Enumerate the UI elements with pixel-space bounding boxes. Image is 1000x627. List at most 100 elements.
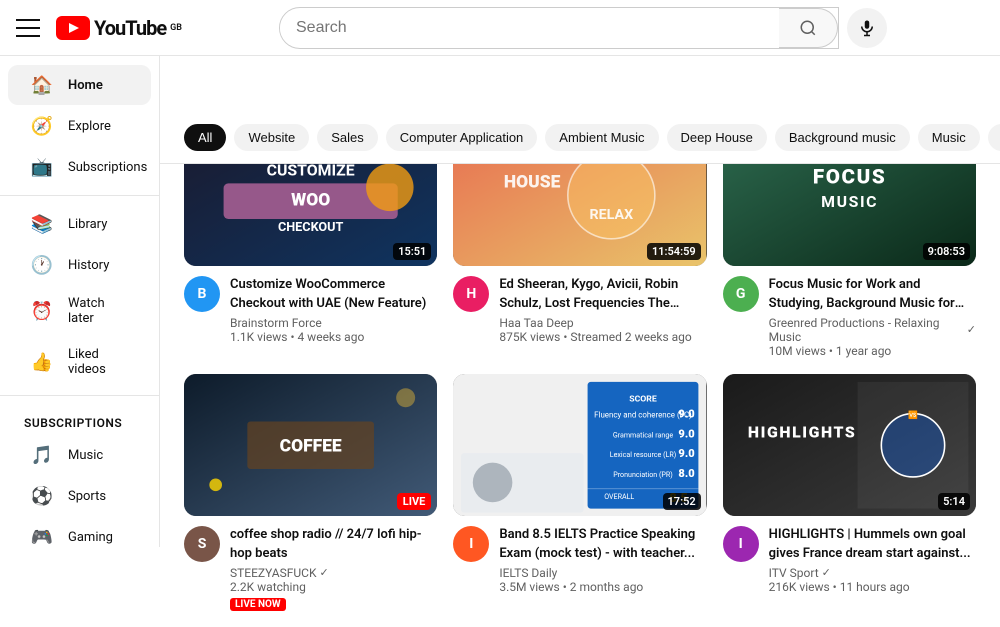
sidebar-item-subscriptions[interactable]: 📺 Subscriptions: [8, 147, 151, 187]
channel-avatar: I: [723, 526, 759, 562]
logo-badge: GB: [170, 23, 182, 33]
search-button[interactable]: [779, 8, 838, 48]
video-channel: Haa Taa Deep: [499, 316, 706, 330]
filter-chip-sales[interactable]: Sales: [317, 124, 378, 151]
video-channel: Brainstorm Force: [230, 316, 437, 330]
svg-text:9.0: 9.0: [679, 407, 695, 420]
verified-icon: ✓: [967, 323, 976, 336]
video-meta: Focus Music for Work and Studying, Backg…: [769, 276, 976, 357]
mic-button[interactable]: [847, 8, 887, 48]
svg-text:HIGHLIGHTS: HIGHLIGHTS: [748, 422, 856, 441]
video-channel: Greenred Productions - Relaxing Music✓: [769, 316, 976, 344]
svg-text:COFFEE: COFFEE: [280, 436, 342, 456]
home-icon: 🏠: [32, 75, 52, 95]
video-title: Focus Music for Work and Studying, Backg…: [769, 276, 976, 312]
sidebar-label-watch-later: Watch later: [68, 296, 127, 326]
video-info: I Band 8.5 IELTS Practice Speaking Exam …: [453, 516, 706, 593]
verified-icon: ✓: [319, 566, 328, 579]
video-grid: CUSTOMIZE WOO CHECKOUT 15:51 B Customize…: [184, 124, 976, 611]
header: YouTube GB: [0, 0, 1000, 56]
thumbnail: SCORE Fluency and coherence (FC) 9.0 Gra…: [453, 374, 706, 516]
duration-badge: 11:54:59: [647, 243, 701, 260]
video-card-v6[interactable]: HIGHLIGHTS 🆚 5:14 I HIGHLIGHTS | Hummels…: [723, 374, 976, 611]
svg-text:🆚: 🆚: [908, 409, 918, 419]
logo[interactable]: YouTube GB: [56, 16, 182, 40]
video-meta: coffee shop radio // 24/7 lofi hip-hop b…: [230, 526, 437, 610]
sidebar-label-explore: Explore: [68, 119, 111, 134]
svg-text:8.0: 8.0: [679, 467, 695, 480]
svg-text:WOO: WOO: [291, 191, 330, 211]
verified-icon: ✓: [822, 566, 831, 579]
video-stats: 216K views • 11 hours ago: [769, 580, 976, 594]
filter-chip-background-music[interactable]: Background music: [775, 124, 910, 151]
video-card-v5[interactable]: SCORE Fluency and coherence (FC) 9.0 Gra…: [453, 374, 706, 611]
video-info: I HIGHLIGHTS | Hummels own goal gives Fr…: [723, 516, 976, 593]
sidebar-label-sports: Sports: [68, 489, 106, 504]
sidebar-item-home[interactable]: 🏠 Home: [8, 65, 151, 105]
sidebar-label-gaming: Gaming: [68, 530, 113, 545]
search-bar: [279, 7, 839, 49]
sidebar-label-subscriptions: Subscriptions: [68, 160, 147, 175]
filter-chip-music[interactable]: Music: [918, 124, 980, 151]
svg-text:Grammatical range: Grammatical range: [613, 430, 674, 439]
logo-text: YouTube: [94, 16, 166, 40]
liked-icon: 👍: [32, 352, 52, 372]
svg-text:MUSIC: MUSIC: [821, 192, 878, 211]
sidebar-label-music: Music: [68, 448, 103, 463]
live-indicator: LIVE: [397, 493, 432, 510]
thumbnail: HIGHLIGHTS 🆚 5:14: [723, 374, 976, 516]
layout: 🏠 Home 🧭 Explore 📺 Subscriptions 📚 Libra…: [0, 56, 1000, 627]
video-stats: 1.1K views • 4 weeks ago: [230, 330, 437, 344]
duration-badge: 5:14: [938, 493, 970, 510]
filter-chip-deep-house[interactable]: Deep House: [667, 124, 767, 151]
sidebar-item-gaming[interactable]: 🎮 Gaming: [8, 517, 151, 547]
channel-avatar: B: [184, 276, 220, 312]
video-stats: 2.2K watching: [230, 580, 437, 594]
sidebar-item-music[interactable]: 🎵 Music: [8, 435, 151, 475]
filter-chip-website[interactable]: Website: [234, 124, 309, 151]
header-center: [182, 7, 984, 49]
sidebar-label-home: Home: [68, 78, 103, 93]
sidebar-label-liked: Liked videos: [68, 347, 127, 377]
search-input[interactable]: [280, 11, 779, 45]
svg-text:FOCUS: FOCUS: [813, 165, 886, 189]
video-stats: 10M views • 1 year ago: [769, 344, 976, 358]
menu-icon[interactable]: [16, 16, 40, 40]
filter-bar: All Website Sales Computer Application Ambie…: [160, 112, 1000, 164]
filter-chip-playlists[interactable]: Playlists: [988, 124, 1000, 151]
video-stats: 3.5M views • 2 months ago: [499, 580, 706, 594]
sidebar-item-library[interactable]: 📚 Library: [8, 204, 151, 244]
subscriptions-icon: 📺: [32, 157, 52, 177]
explore-icon: 🧭: [32, 116, 52, 136]
sidebar: 🏠 Home 🧭 Explore 📺 Subscriptions 📚 Libra…: [0, 56, 160, 547]
header-left: YouTube GB: [16, 16, 182, 40]
music-icon: 🎵: [32, 445, 52, 465]
channel-avatar: G: [723, 276, 759, 312]
video-info: B Customize WooCommerce Checkout with UA…: [184, 266, 437, 343]
filter-chip-all[interactable]: All: [184, 124, 226, 151]
svg-text:HOUSE: HOUSE: [504, 172, 561, 192]
video-channel: ITV Sport✓: [769, 566, 976, 580]
sidebar-item-history[interactable]: 🕐 History: [8, 245, 151, 285]
video-info: G Focus Music for Work and Studying, Bac…: [723, 266, 976, 357]
sidebar-item-explore[interactable]: 🧭 Explore: [8, 106, 151, 146]
sports-icon: ⚽: [32, 486, 52, 506]
video-card-v4[interactable]: COFFEE LIVE S coffee shop radio // 24/7 …: [184, 374, 437, 611]
sidebar-item-watch-later[interactable]: ⏰ Watch later: [8, 286, 151, 336]
video-title: coffee shop radio // 24/7 lofi hip-hop b…: [230, 526, 437, 562]
svg-text:Lexical resource (LR): Lexical resource (LR): [610, 450, 676, 459]
filter-chip-ambient-music[interactable]: Ambient Music: [545, 124, 658, 151]
duration-badge: 9:08:53: [923, 243, 970, 260]
video-channel: STEEZYASFUCK✓: [230, 566, 437, 580]
sidebar-item-sports[interactable]: ⚽ Sports: [8, 476, 151, 516]
svg-text:CHECKOUT: CHECKOUT: [278, 220, 344, 235]
video-channel: IELTS Daily: [499, 566, 706, 580]
svg-text:OVERALL: OVERALL: [605, 492, 635, 501]
history-icon: 🕐: [32, 255, 52, 275]
svg-text:RELAX: RELAX: [590, 207, 634, 223]
sidebar-item-liked[interactable]: 👍 Liked videos: [8, 337, 151, 387]
filter-chip-computer-application[interactable]: Computer Application: [386, 124, 538, 151]
video-meta: Customize WooCommerce Checkout with UAE …: [230, 276, 437, 343]
video-meta: Band 8.5 IELTS Practice Speaking Exam (m…: [499, 526, 706, 593]
library-icon: 📚: [32, 214, 52, 234]
